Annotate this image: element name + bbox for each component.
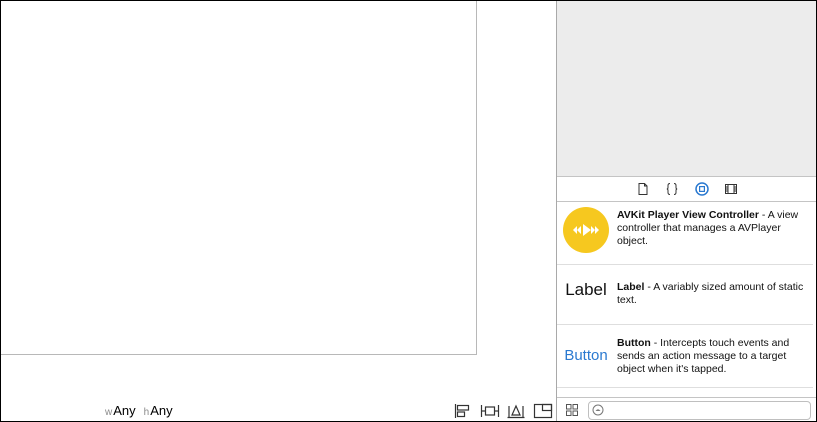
object-library-list[interactable]: AVKit Player View Controller - A view co… bbox=[557, 202, 816, 398]
view-controller-scene[interactable] bbox=[1, 1, 477, 355]
list-item-title: AVKit Player View Controller bbox=[617, 209, 759, 221]
label-object-icon: Label bbox=[565, 280, 607, 299]
list-item-title: Label bbox=[617, 281, 645, 293]
file-template-icon[interactable] bbox=[636, 182, 650, 196]
align-icon[interactable] bbox=[453, 402, 473, 420]
height-size-class-prefix: h bbox=[143, 407, 150, 418]
pin-icon[interactable] bbox=[480, 402, 500, 420]
title-separator: - bbox=[650, 337, 661, 349]
filter-input[interactable] bbox=[608, 403, 804, 417]
avkit-player-icon bbox=[563, 207, 609, 253]
list-item-button[interactable]: Button Button - Intercepts touch events … bbox=[557, 325, 813, 388]
width-size-class-prefix: w bbox=[105, 407, 113, 418]
title-separator: - bbox=[644, 281, 654, 293]
resolve-issues-icon[interactable] bbox=[506, 402, 526, 420]
code-snippet-icon[interactable] bbox=[665, 182, 679, 196]
filter-search-field[interactable] bbox=[588, 401, 811, 420]
media-library-icon[interactable] bbox=[724, 182, 738, 196]
object-library-icon[interactable] bbox=[695, 182, 709, 196]
button-object-icon: Button bbox=[564, 347, 608, 364]
resizing-behavior-icon[interactable] bbox=[533, 402, 553, 420]
grid-view-icon[interactable] bbox=[565, 403, 579, 417]
library-filter-bar bbox=[557, 397, 816, 421]
list-item-description: Label - A variably sized amount of stati… bbox=[617, 281, 809, 307]
list-item-avkit-player-view-controller[interactable]: AVKit Player View Controller - A view co… bbox=[557, 202, 813, 265]
utilities-panel: AVKit Player View Controller - A view co… bbox=[556, 1, 816, 421]
list-item-description: Button - Intercepts touch events and sen… bbox=[617, 337, 809, 376]
list-item-title: Button bbox=[617, 337, 651, 349]
storyboard-canvas[interactable]: wAny hAny bbox=[1, 1, 556, 421]
height-size-class-value: Any bbox=[150, 403, 173, 418]
inspector-pane bbox=[557, 1, 816, 177]
filter-icon bbox=[592, 404, 604, 416]
title-separator: - bbox=[759, 209, 768, 221]
list-item-description: AVKit Player View Controller - A view co… bbox=[617, 209, 809, 248]
size-class-control[interactable]: wAny hAny bbox=[105, 403, 173, 418]
xcode-interface-builder-window: wAny hAny AVKit Player View Controller -… bbox=[0, 0, 817, 422]
list-item-label[interactable]: Label Label - A variably sized amount of… bbox=[557, 262, 813, 325]
library-selector-bar bbox=[557, 177, 816, 202]
width-size-class-value: Any bbox=[113, 403, 136, 418]
